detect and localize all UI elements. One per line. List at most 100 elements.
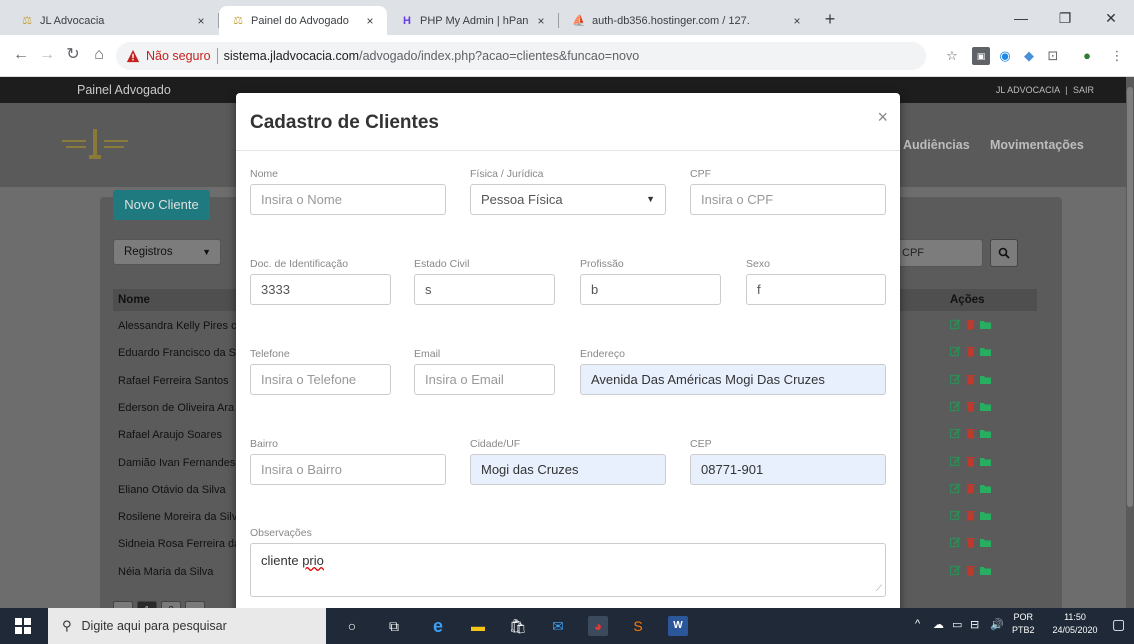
file-explorer-icon[interactable]: ▬ [468,616,488,636]
telefone-input[interactable]: Insira o Telefone [250,364,391,395]
window-close-icon[interactable]: ✕ [1088,4,1134,32]
cep-input[interactable]: 08771-901 [690,454,886,485]
bookmark-star-icon[interactable]: ☆ [943,47,961,65]
page-scrollbar[interactable] [1126,77,1134,608]
mail-icon[interactable]: ✉ [548,616,568,636]
notification-icon[interactable]: ▢ [1112,616,1125,633]
cidade-input[interactable]: Mogi das Cruzes [470,454,666,485]
new-tab-button[interactable]: + [820,10,840,30]
address-bar[interactable]: Não seguro sistema.jladvocacia.com/advog… [116,42,926,70]
doc-id-input[interactable]: 3333 [250,274,391,305]
folder-icon[interactable] [980,565,991,576]
folder-icon[interactable] [980,319,991,330]
system-clock[interactable]: 11:50 24/05/2020 [1048,611,1102,637]
onedrive-icon[interactable]: ☁ [933,618,944,631]
folder-icon[interactable] [980,428,991,439]
edge-icon[interactable]: e [428,616,448,636]
observacoes-textarea[interactable]: cliente prio ⟋ [250,543,886,597]
jl-advocacia-link[interactable]: JL ADVOCACIA [996,85,1060,95]
forward-icon[interactable]: → [36,44,58,66]
tray-chevron-icon[interactable]: ^ [915,618,920,630]
delete-icon[interactable] [965,565,976,576]
task-view-icon[interactable]: ⧉ [384,616,404,636]
folder-icon[interactable] [980,401,991,412]
folder-icon[interactable] [980,537,991,548]
browser-tab[interactable]: ⚖ JL Advocacia × [8,6,218,35]
close-tab-icon[interactable]: × [790,14,804,28]
nome-input[interactable]: Insira o Nome [250,184,446,215]
security-label[interactable]: Não seguro [146,49,211,63]
folder-icon[interactable] [980,374,991,385]
resize-handle-icon[interactable]: ⟋ [876,583,882,594]
delete-icon[interactable] [965,346,976,357]
edit-icon[interactable] [950,401,961,412]
taskbar-search[interactable]: ⚲ Digite aqui para pesquisar [48,608,326,644]
edit-icon[interactable] [950,564,961,576]
profile-avatar-icon[interactable]: ● [1078,47,1096,65]
site-brand[interactable]: Painel Advogado [77,83,171,97]
edit-icon[interactable] [950,537,961,548]
word-icon[interactable]: W [668,616,688,636]
close-tab-icon[interactable]: × [534,14,548,28]
email-input[interactable]: Insira o Email [414,364,555,395]
cpf-search-input[interactable]: CPF [897,239,983,267]
edit-icon[interactable] [950,510,961,521]
delete-icon[interactable] [965,374,976,385]
delete-icon[interactable] [965,456,976,467]
folder-icon[interactable] [980,346,991,357]
delete-icon[interactable] [965,510,976,521]
extension-icon[interactable]: ◆ [1020,47,1038,65]
browser-tab[interactable]: ⛵ auth-db356.hostinger.com / 127. × [560,6,814,35]
bairro-input[interactable]: Insira o Bairro [250,454,446,485]
folder-icon[interactable] [980,510,991,521]
delete-icon[interactable] [965,401,976,412]
page-2-button[interactable]: 2 [161,601,181,608]
edit-icon[interactable] [950,319,961,330]
profissao-input[interactable]: b [580,274,721,305]
home-icon[interactable]: ⌂ [88,44,110,66]
edit-icon[interactable] [950,428,961,439]
volume-icon[interactable]: 🔊 [990,618,1004,631]
sublime-icon[interactable]: S [628,616,648,636]
cpf-input[interactable]: Insira o CPF [690,184,886,215]
folder-icon[interactable] [980,483,991,494]
browser-tab-active[interactable]: ⚖ Painel do Advogado × [219,6,387,35]
nav-movimentacoes[interactable]: Movimentações [990,138,1084,152]
cast-icon[interactable]: ⊡ [1044,47,1062,65]
delete-icon[interactable] [965,319,976,330]
edit-icon[interactable] [950,483,961,494]
close-tab-icon[interactable]: × [194,14,208,28]
edit-icon[interactable] [950,346,961,357]
delete-icon[interactable] [965,428,976,439]
windows-start-icon[interactable] [15,618,31,634]
delete-icon[interactable] [965,483,976,494]
chrome-icon[interactable]: ◕ [588,616,608,636]
cortana-icon[interactable]: ○ [342,616,362,636]
scrollbar-thumb[interactable] [1127,87,1133,507]
edit-icon[interactable] [950,455,961,467]
restore-icon[interactable]: ❐ [1042,4,1088,32]
page-prev-button[interactable]: ‹ [113,601,133,608]
search-button[interactable] [990,239,1018,267]
extension-icon[interactable]: ◉ [996,47,1014,65]
endereco-input[interactable]: Avenida Das Américas Mogi Das Cruzes [580,364,886,395]
reload-icon[interactable]: ↻ [62,44,84,66]
records-select[interactable]: Registros ▼ [113,239,221,265]
extension-icon[interactable]: ▣ [972,47,990,65]
close-tab-icon[interactable]: × [363,14,377,28]
page-next-button[interactable]: › [185,601,205,608]
page-1-button[interactable]: 1 [137,601,157,608]
minimize-icon[interactable]: — [998,4,1044,32]
delete-icon[interactable] [965,537,976,548]
back-icon[interactable]: ← [10,44,32,66]
language-indicator[interactable]: POR PTB2 [1012,611,1035,637]
store-icon[interactable]: 🛍 [508,616,528,636]
jl-logo-icon[interactable] [60,125,130,165]
network-icon[interactable]: ⊟ [970,618,979,631]
new-client-button[interactable]: Novo Cliente [113,190,210,220]
sexo-input[interactable]: f [746,274,886,305]
modal-close-icon[interactable]: × [877,107,888,128]
browser-tab[interactable]: H PHP My Admin | hPanel × [388,6,558,35]
menu-kebab-icon[interactable]: ⋮ [1108,47,1126,65]
folder-icon[interactable] [980,456,991,467]
